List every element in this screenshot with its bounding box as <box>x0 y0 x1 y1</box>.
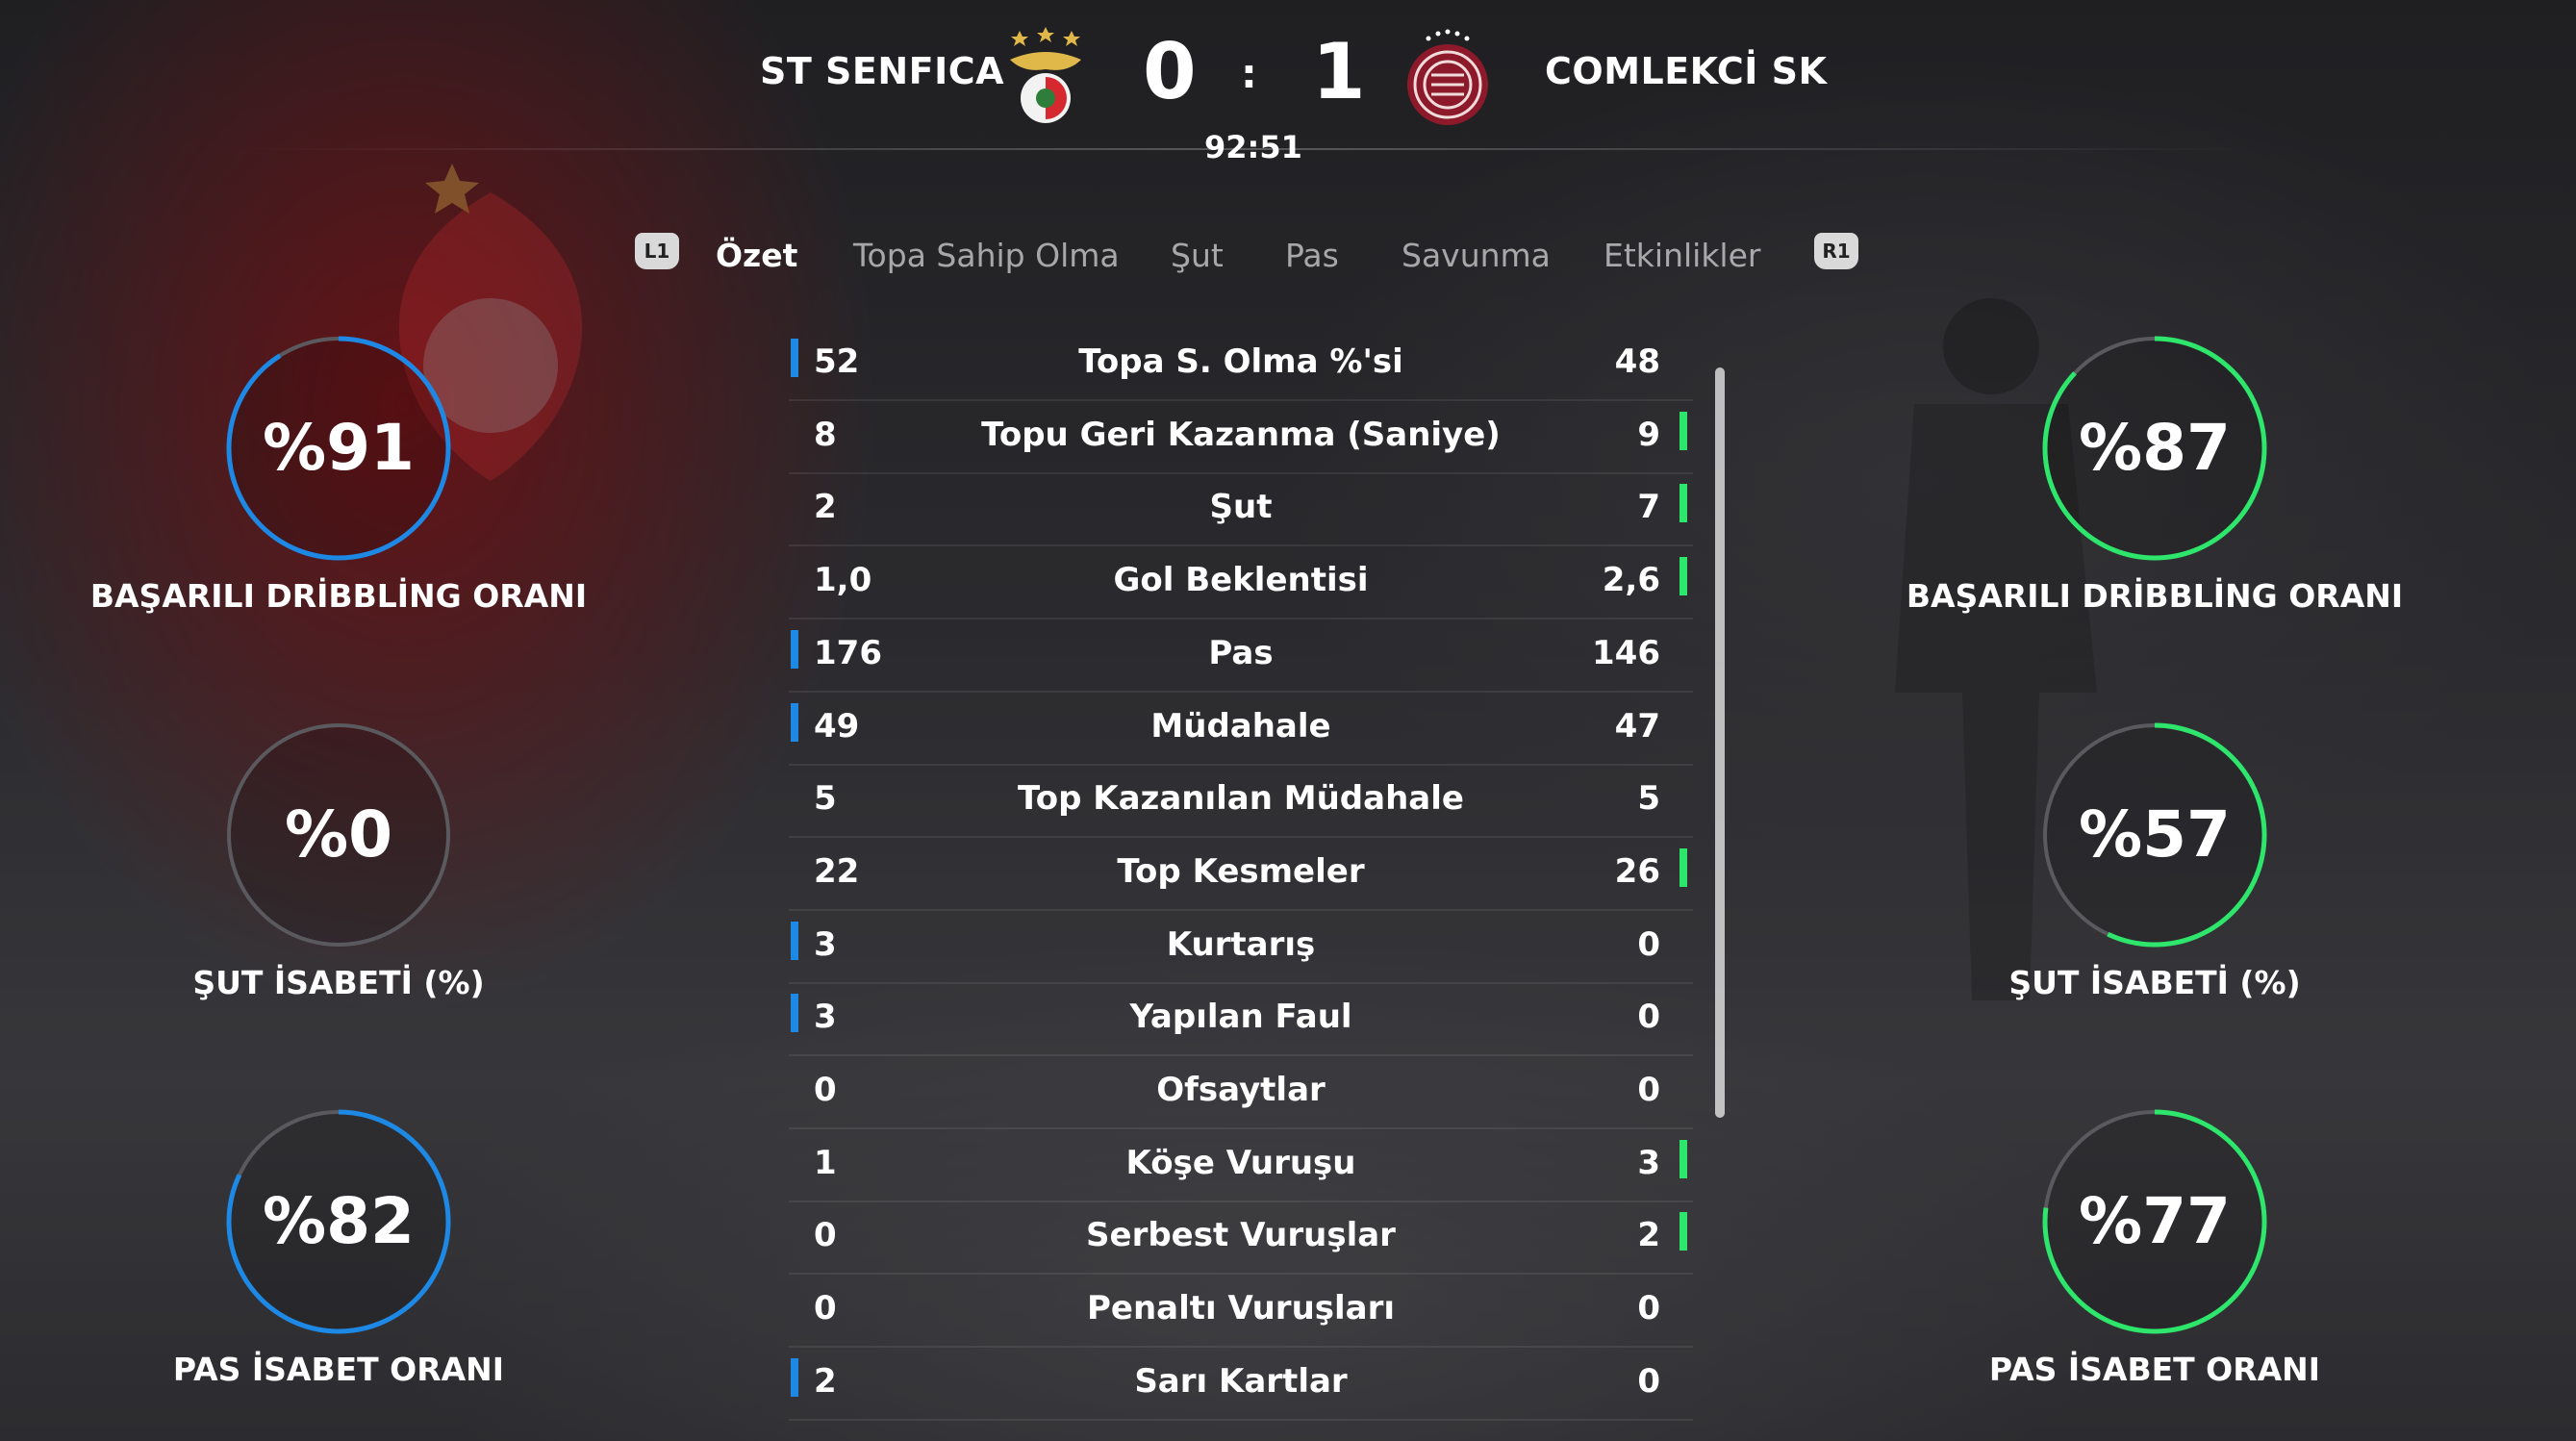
stats-tab-bar: L1 Özet Topa Sahip Olma Şut Pas Savunma … <box>0 229 2576 287</box>
away-ring-value: %57 <box>2079 797 2231 872</box>
stat-label: Serbest Vuruşlar <box>1086 1216 1396 1255</box>
stat-label: Kurtarış <box>1166 924 1316 964</box>
stat-label: Şut <box>1209 488 1273 527</box>
home-stat-value: 8 <box>814 415 837 454</box>
stat-row: Köşe Vuruşu 1 3 <box>789 1128 1693 1202</box>
away-team-name: COMLEKCİ SK <box>1545 50 1828 92</box>
home-ring-label: ŞUT İSABETİ (%) <box>192 964 485 1001</box>
home-crest-icon <box>1010 27 1081 123</box>
away-stat-value: 0 <box>1637 1361 1660 1401</box>
home-ring-value: %82 <box>263 1184 415 1258</box>
stat-label: Sarı Kartlar <box>1134 1361 1348 1401</box>
tab-savunma[interactable]: Savunma <box>1402 237 1551 274</box>
away-stat-value: 0 <box>1637 924 1660 964</box>
away-crest-icon <box>1407 29 1488 125</box>
stat-row: Pas 176 146 <box>789 619 1693 693</box>
away-score: 1 <box>1312 27 1366 116</box>
away-stat-value: 0 <box>1637 1071 1660 1109</box>
away-stat-value: 0 <box>1637 998 1660 1037</box>
away-stat-value: 146 <box>1592 633 1660 672</box>
home-ring-value: %0 <box>284 797 393 872</box>
home-stat-value: 49 <box>814 706 860 746</box>
away-ring-stat: %87 <box>2039 333 2270 564</box>
away-stat-value: 2 <box>1637 1216 1660 1255</box>
away-ring-stat: %77 <box>2039 1106 2270 1337</box>
stat-row: Müdahale 49 47 <box>789 692 1693 766</box>
match-header: ST SENFICA 0 : 1 COMLEKCİ SK 92:51 <box>0 0 2576 165</box>
home-stat-value: 3 <box>814 998 837 1037</box>
home-ring-stat: %0 <box>223 720 454 950</box>
tab-sut[interactable]: Şut <box>1171 237 1224 274</box>
stat-label: Köşe Vuruşu <box>1125 1143 1356 1182</box>
stat-row: Serbest Vuruşlar 0 2 <box>789 1201 1693 1276</box>
score-separator: : <box>1241 50 1257 97</box>
stat-row: Gol Beklentisi 1,0 2,6 <box>789 545 1693 620</box>
stat-row: Şut 2 7 <box>789 472 1693 547</box>
match-clock: 92:51 <box>1204 129 1302 165</box>
stat-label: Top Kazanılan Müdahale <box>1018 779 1464 819</box>
home-ring-stat: %91 <box>223 333 454 564</box>
stat-row: Ofsaytlar 0 0 <box>789 1055 1693 1129</box>
away-stat-value: 48 <box>1614 342 1660 381</box>
tab-pas[interactable]: Pas <box>1285 237 1339 274</box>
stat-row: Topa S. Olma %'si 52 48 <box>789 327 1693 401</box>
away-stat-value: 0 <box>1637 1289 1660 1328</box>
home-ring-label: PAS İSABET ORANI <box>172 1351 505 1388</box>
stats-scrollbar[interactable] <box>1715 367 1725 1118</box>
away-ring-value: %77 <box>2079 1184 2231 1258</box>
stat-label: Pas <box>1208 633 1274 672</box>
stat-label: Ofsaytlar <box>1156 1071 1326 1109</box>
away-stat-value: 47 <box>1614 706 1660 746</box>
home-ring-stat: %82 <box>223 1106 454 1337</box>
away-ring-label: ŞUT İSABETİ (%) <box>2008 964 2301 1001</box>
stat-row: Top Kesmeler 22 26 <box>789 837 1693 911</box>
away-stat-value: 26 <box>1614 851 1660 891</box>
home-ring-label: BAŞARILI DRİBBLİNG ORANI <box>89 577 588 615</box>
stat-label: Müdahale <box>1150 706 1331 746</box>
stat-row: Penaltı Vuruşları 0 0 <box>789 1274 1693 1349</box>
stat-label: Top Kesmeler <box>1117 851 1365 891</box>
home-stat-value: 5 <box>814 779 837 819</box>
away-ring-value: %87 <box>2079 411 2231 485</box>
home-stat-value: 0 <box>814 1289 837 1328</box>
home-stat-value: 176 <box>814 633 882 672</box>
stat-row: Topu Geri Kazanma (Saniye) 8 9 <box>789 400 1693 474</box>
home-stat-value: 22 <box>814 851 860 891</box>
home-stat-value: 2 <box>814 488 837 527</box>
stat-label: Topu Geri Kazanma (Saniye) <box>981 415 1501 454</box>
home-stat-value: 3 <box>814 924 837 964</box>
home-stat-value: 1,0 <box>814 561 872 600</box>
stat-row: Sarı Kartlar 2 0 <box>789 1347 1693 1421</box>
l1-shoulder-button[interactable]: L1 <box>635 233 679 269</box>
stat-label: Yapılan Faul <box>1129 998 1352 1037</box>
home-stat-value: 0 <box>814 1216 837 1255</box>
stat-label: Penaltı Vuruşları <box>1086 1289 1396 1328</box>
home-stat-value: 2 <box>814 1361 837 1401</box>
header-divider <box>240 148 2260 150</box>
away-stat-value: 3 <box>1637 1143 1660 1182</box>
tab-etkinlikler[interactable]: Etkinlikler <box>1604 237 1760 274</box>
home-stat-value: 1 <box>814 1143 837 1182</box>
away-stat-value: 5 <box>1637 779 1660 819</box>
home-ring-value: %91 <box>263 411 415 485</box>
stat-label: Topa S. Olma %'si <box>1078 342 1403 381</box>
away-stat-value: 7 <box>1637 488 1660 527</box>
tab-topa-sahip-olma[interactable]: Topa Sahip Olma <box>853 237 1120 274</box>
home-stat-value: 52 <box>814 342 860 381</box>
stat-row: Yapılan Faul 3 0 <box>789 982 1693 1057</box>
tab-ozet[interactable]: Özet <box>716 237 797 274</box>
away-ring-stat: %57 <box>2039 720 2270 950</box>
away-stat-value: 9 <box>1637 415 1660 454</box>
stat-label: Gol Beklentisi <box>1113 561 1369 600</box>
r1-shoulder-button[interactable]: R1 <box>1814 233 1858 269</box>
stats-scrollbar-thumb[interactable] <box>1715 367 1725 1118</box>
away-ring-label: PAS İSABET ORANI <box>1988 1351 2321 1388</box>
away-stat-value: 2,6 <box>1602 561 1660 600</box>
stat-row: Top Kazanılan Müdahale 5 5 <box>789 764 1693 839</box>
home-stat-value: 0 <box>814 1071 837 1109</box>
away-ring-label: BAŞARILI DRİBBLİNG ORANI <box>1906 577 2404 615</box>
home-score: 0 <box>1143 27 1197 116</box>
home-team-name: ST SENFICA <box>760 50 1005 92</box>
stat-row: Kurtarış 3 0 <box>789 910 1693 984</box>
